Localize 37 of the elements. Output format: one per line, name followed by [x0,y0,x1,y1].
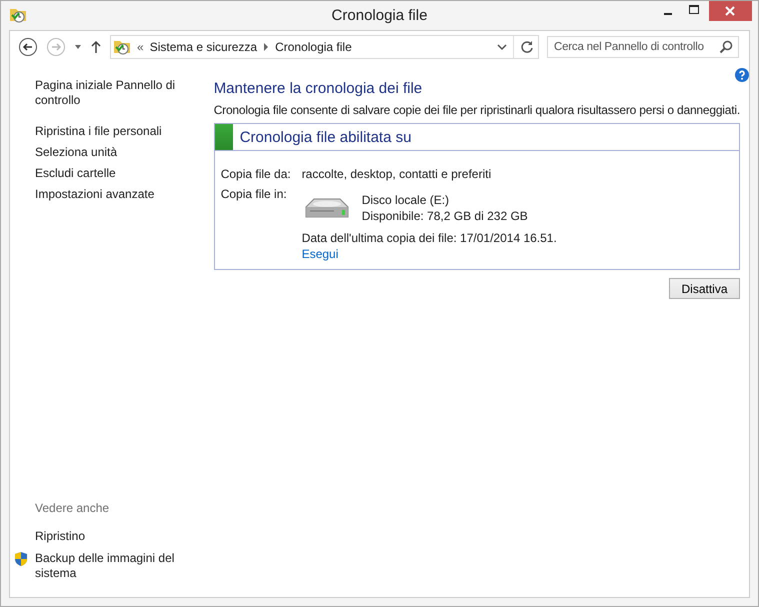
folder-clock-icon [9,7,27,23]
run-link[interactable]: Esegui [302,247,338,261]
see-also-heading: Vedere anche [35,501,110,515]
window-title: Cronologia file [332,7,428,24]
field-label: Copia file da: [220,167,292,181]
last-copy-text: Data dell'ultima copia dei file: 17/01/2014 16.51. [302,231,558,245]
close-icon[interactable] [709,1,752,21]
breadcrumb[interactable]: Cronologia file [275,40,352,54]
drive-name: Disco locale (E:) [362,193,450,207]
search-field[interactable]: Cerca nel Pannello di controllo [547,36,739,58]
dropdown-caret-icon[interactable] [74,44,82,50]
status-title: Cronologia file abilitata su [240,128,412,146]
see-also-link[interactable]: Backup delle immagini del sistema [35,551,185,581]
sidebar-link[interactable]: Ripristina i file personali [35,124,185,139]
folder-clock-icon [113,38,131,54]
sidebar-link[interactable]: Escludi cartelle [35,166,185,181]
field-value: raccolte, desktop, contatti e preferiti [302,167,492,181]
refresh-icon[interactable] [520,40,534,54]
up-arrow-icon[interactable] [90,40,102,54]
search-icon [719,40,733,54]
help-icon[interactable] [735,68,749,82]
overflow-chevron[interactable]: « [137,40,144,54]
breadcrumb-separator-icon[interactable] [263,42,270,50]
breadcrumb[interactable]: Sistema e sicurezza [150,40,258,54]
shield-icon [14,551,28,567]
drive-space: Disponibile: 78,2 GB di 232 GB [362,209,528,223]
field-label: Copia file in: [220,187,288,203]
description-text: Cronologia file consente di salvare copie dei file per ripristinarli qualora risultassero persi o danneggiati. [214,103,740,117]
page-heading: Mantenere la cronologia dei file [214,80,424,97]
chevron-down-icon[interactable] [497,42,507,50]
address-bar[interactable]: « Sistema e sicurezza Cronologia file [110,34,539,58]
sidebar-link[interactable]: Pagina iniziale Pannello di controllo [35,78,185,108]
sidebar-link[interactable]: Impostazioni avanzate [35,187,185,202]
disable-button[interactable]: Disattiva [669,278,740,299]
sidebar-link[interactable]: Seleziona unità [35,145,185,160]
back-icon[interactable] [18,36,38,56]
see-also-link[interactable]: Ripristino [35,529,185,544]
